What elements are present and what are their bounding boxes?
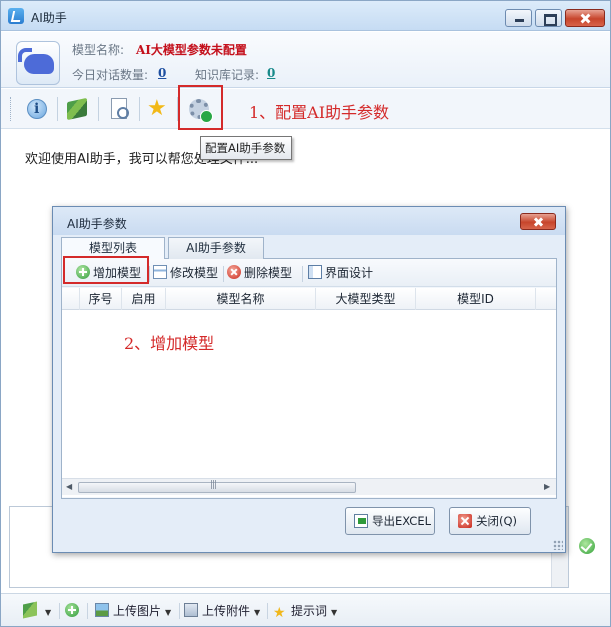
- chat-count-label: 今日对话数量:: [72, 68, 149, 82]
- image-icon: [95, 603, 109, 617]
- grid-horizontal-scrollbar[interactable]: ◀ ▶: [62, 478, 556, 495]
- annotation-step1: 1、配置AI助手参数: [249, 103, 390, 122]
- model-name-value: AI大模型参数未配置: [136, 43, 247, 57]
- column-header-enabled[interactable]: 启用: [122, 288, 166, 310]
- toolbar-separator: [302, 266, 303, 282]
- bottom-bar: ▼ 上传图片 ▼ 上传附件 ▼ ★ 提示词 ▼: [1, 593, 610, 626]
- info-header: 模型名称: AI大模型参数未配置 今日对话数量: 0 知识库记录: 0: [1, 32, 610, 88]
- whale-logo-icon: [18, 48, 54, 74]
- assistant-avatar: [16, 41, 60, 85]
- add-circle-icon: [65, 603, 79, 617]
- dialog-close-button[interactable]: 关闭(Q): [449, 507, 531, 535]
- minimize-button[interactable]: [505, 9, 532, 27]
- info-button[interactable]: [21, 95, 51, 123]
- export-excel-button[interactable]: 导出EXCEL: [345, 507, 435, 535]
- bottom-separator: [267, 603, 268, 619]
- maximize-button[interactable]: [535, 9, 562, 27]
- attachment-icon: [184, 603, 198, 617]
- toolbar-separator: [139, 97, 140, 121]
- delete-model-button[interactable]: 删除模型: [227, 264, 292, 282]
- annotation-step2: 2、增加模型: [124, 334, 215, 353]
- favorite-button[interactable]: ★: [144, 95, 174, 123]
- column-header-index[interactable]: 序号: [80, 288, 122, 310]
- dialog-close-label: 关闭(Q): [476, 514, 518, 528]
- delete-model-label: 删除模型: [244, 266, 293, 280]
- excel-icon: [354, 514, 368, 528]
- edit-model-button[interactable]: 修改模型: [153, 264, 218, 282]
- app-logo-icon: [8, 8, 24, 24]
- toolbar-separator: [57, 97, 58, 121]
- bottom-separator: [87, 603, 88, 619]
- window-title: AI助手: [31, 11, 67, 25]
- favorite-star-icon: ★: [147, 96, 167, 121]
- layout-design-icon: [308, 265, 322, 279]
- chat-count-link[interactable]: 0: [158, 66, 166, 80]
- chevron-down-icon: ▼: [254, 608, 261, 617]
- prompt-star-icon: ★: [273, 605, 286, 621]
- model-name-label: 模型名称:: [72, 43, 125, 57]
- knowledge-book-icon: [67, 97, 87, 121]
- resize-grip[interactable]: [553, 540, 563, 550]
- new-chat-button[interactable]: [65, 602, 83, 620]
- close-icon: [458, 514, 472, 528]
- send-check-icon[interactable]: [579, 538, 595, 554]
- model-grid[interactable]: 序号 启用 模型名称 大模型类型 模型ID 2、增加模型 ◀ ▶: [62, 288, 556, 497]
- scrollbar-thumb[interactable]: [78, 480, 356, 493]
- column-header-model-id[interactable]: 模型ID: [416, 288, 536, 310]
- settings-tooltip: 配置AI助手参数: [200, 136, 292, 160]
- prompt-words-button[interactable]: ★ 提示词 ▼: [273, 602, 337, 620]
- interface-design-label: 界面设计: [325, 266, 374, 280]
- scroll-left-icon[interactable]: ◀: [66, 482, 72, 491]
- column-header-model-type[interactable]: 大模型类型: [316, 288, 416, 310]
- model-list-panel: 增加模型 修改模型 删除模型 界面设计 序号 启用 模型名称 大模型类型 模型I…: [61, 259, 557, 499]
- toolbar-separator: [223, 266, 224, 282]
- delete-icon: [227, 265, 241, 279]
- upload-attachment-label: 上传附件: [202, 604, 251, 618]
- dialog-close-x-button[interactable]: [520, 213, 556, 230]
- bottom-separator: [179, 603, 180, 619]
- chevron-down-icon: ▼: [45, 608, 52, 617]
- tab-assistant-params[interactable]: AI助手参数: [168, 237, 264, 259]
- grid-header: 序号 启用 模型名称 大模型类型 模型ID: [62, 288, 556, 310]
- document-button[interactable]: [103, 95, 133, 123]
- upload-image-label: 上传图片: [113, 604, 162, 618]
- dialog-title: AI助手参数: [67, 217, 127, 231]
- edit-form-icon: [153, 265, 167, 279]
- toolbar-separator: [98, 97, 99, 121]
- chevron-down-icon: ▼: [331, 608, 338, 617]
- annotation-highlight-settings: [178, 85, 223, 130]
- knowledge-count-link[interactable]: 0: [267, 66, 275, 80]
- edit-model-label: 修改模型: [170, 266, 219, 280]
- upload-attachment-button[interactable]: 上传附件 ▼: [184, 602, 260, 620]
- export-excel-label: 导出EXCEL: [372, 514, 432, 528]
- scroll-right-icon[interactable]: ▶: [544, 482, 550, 491]
- toolbar-separator: [149, 266, 150, 282]
- prompt-words-label: 提示词: [291, 604, 328, 618]
- document-search-icon: [111, 98, 129, 119]
- dialog-title-bar[interactable]: AI助手参数: [53, 207, 565, 235]
- info-icon: [27, 99, 47, 119]
- annotation-highlight-add-model: [63, 256, 149, 284]
- upload-image-button[interactable]: 上传图片 ▼: [95, 602, 171, 620]
- toolbar-grip[interactable]: [10, 97, 13, 121]
- pen-dropdown-button[interactable]: ▼: [23, 601, 52, 620]
- pen-icon: [23, 601, 37, 619]
- title-bar: AI助手: [1, 1, 610, 31]
- bottom-separator: [59, 603, 60, 619]
- chevron-down-icon: ▼: [165, 608, 172, 617]
- close-window-button[interactable]: [565, 9, 605, 27]
- interface-design-button[interactable]: 界面设计: [308, 264, 373, 282]
- column-header-model-name[interactable]: 模型名称: [166, 288, 316, 310]
- grid-header-indicator: [62, 288, 80, 310]
- knowledge-base-button[interactable]: [62, 95, 92, 123]
- knowledge-count-label: 知识库记录:: [195, 68, 260, 82]
